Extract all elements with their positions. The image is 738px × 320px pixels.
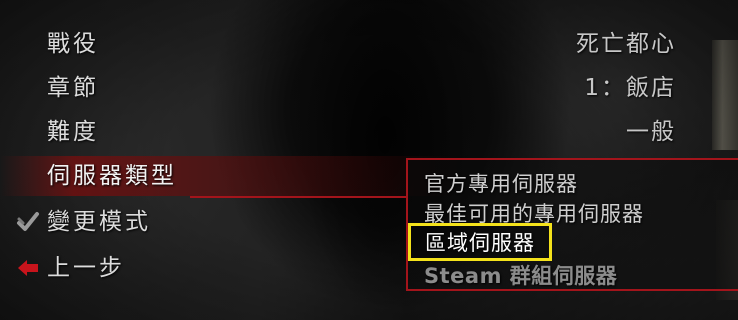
- campaign-label: 戰役: [47, 31, 99, 57]
- difficulty-row[interactable]: 難度 一般: [0, 112, 738, 152]
- selection-connector: [190, 196, 408, 198]
- option-official-dedicated[interactable]: 官方專用伺服器: [424, 168, 578, 198]
- server-type-label: 伺服器類型: [47, 163, 177, 189]
- chapter-row[interactable]: 章節 1：飯店: [0, 68, 738, 108]
- change-mode-label: 變更模式: [47, 209, 151, 235]
- difficulty-value: 一般: [626, 119, 676, 145]
- chapter-label: 章節: [47, 75, 99, 101]
- campaign-value: 死亡都心: [576, 31, 676, 57]
- difficulty-label: 難度: [47, 119, 99, 145]
- chapter-value: 1：飯店: [584, 75, 676, 101]
- option-local-server[interactable]: 區域伺服器: [408, 223, 552, 261]
- back-arrow-icon: [16, 256, 40, 280]
- back-label: 上一步: [47, 255, 125, 281]
- option-steam-group[interactable]: Steam 群組伺服器: [424, 260, 617, 290]
- campaign-row[interactable]: 戰役 死亡都心: [0, 24, 738, 64]
- checkmark-icon: [16, 210, 40, 234]
